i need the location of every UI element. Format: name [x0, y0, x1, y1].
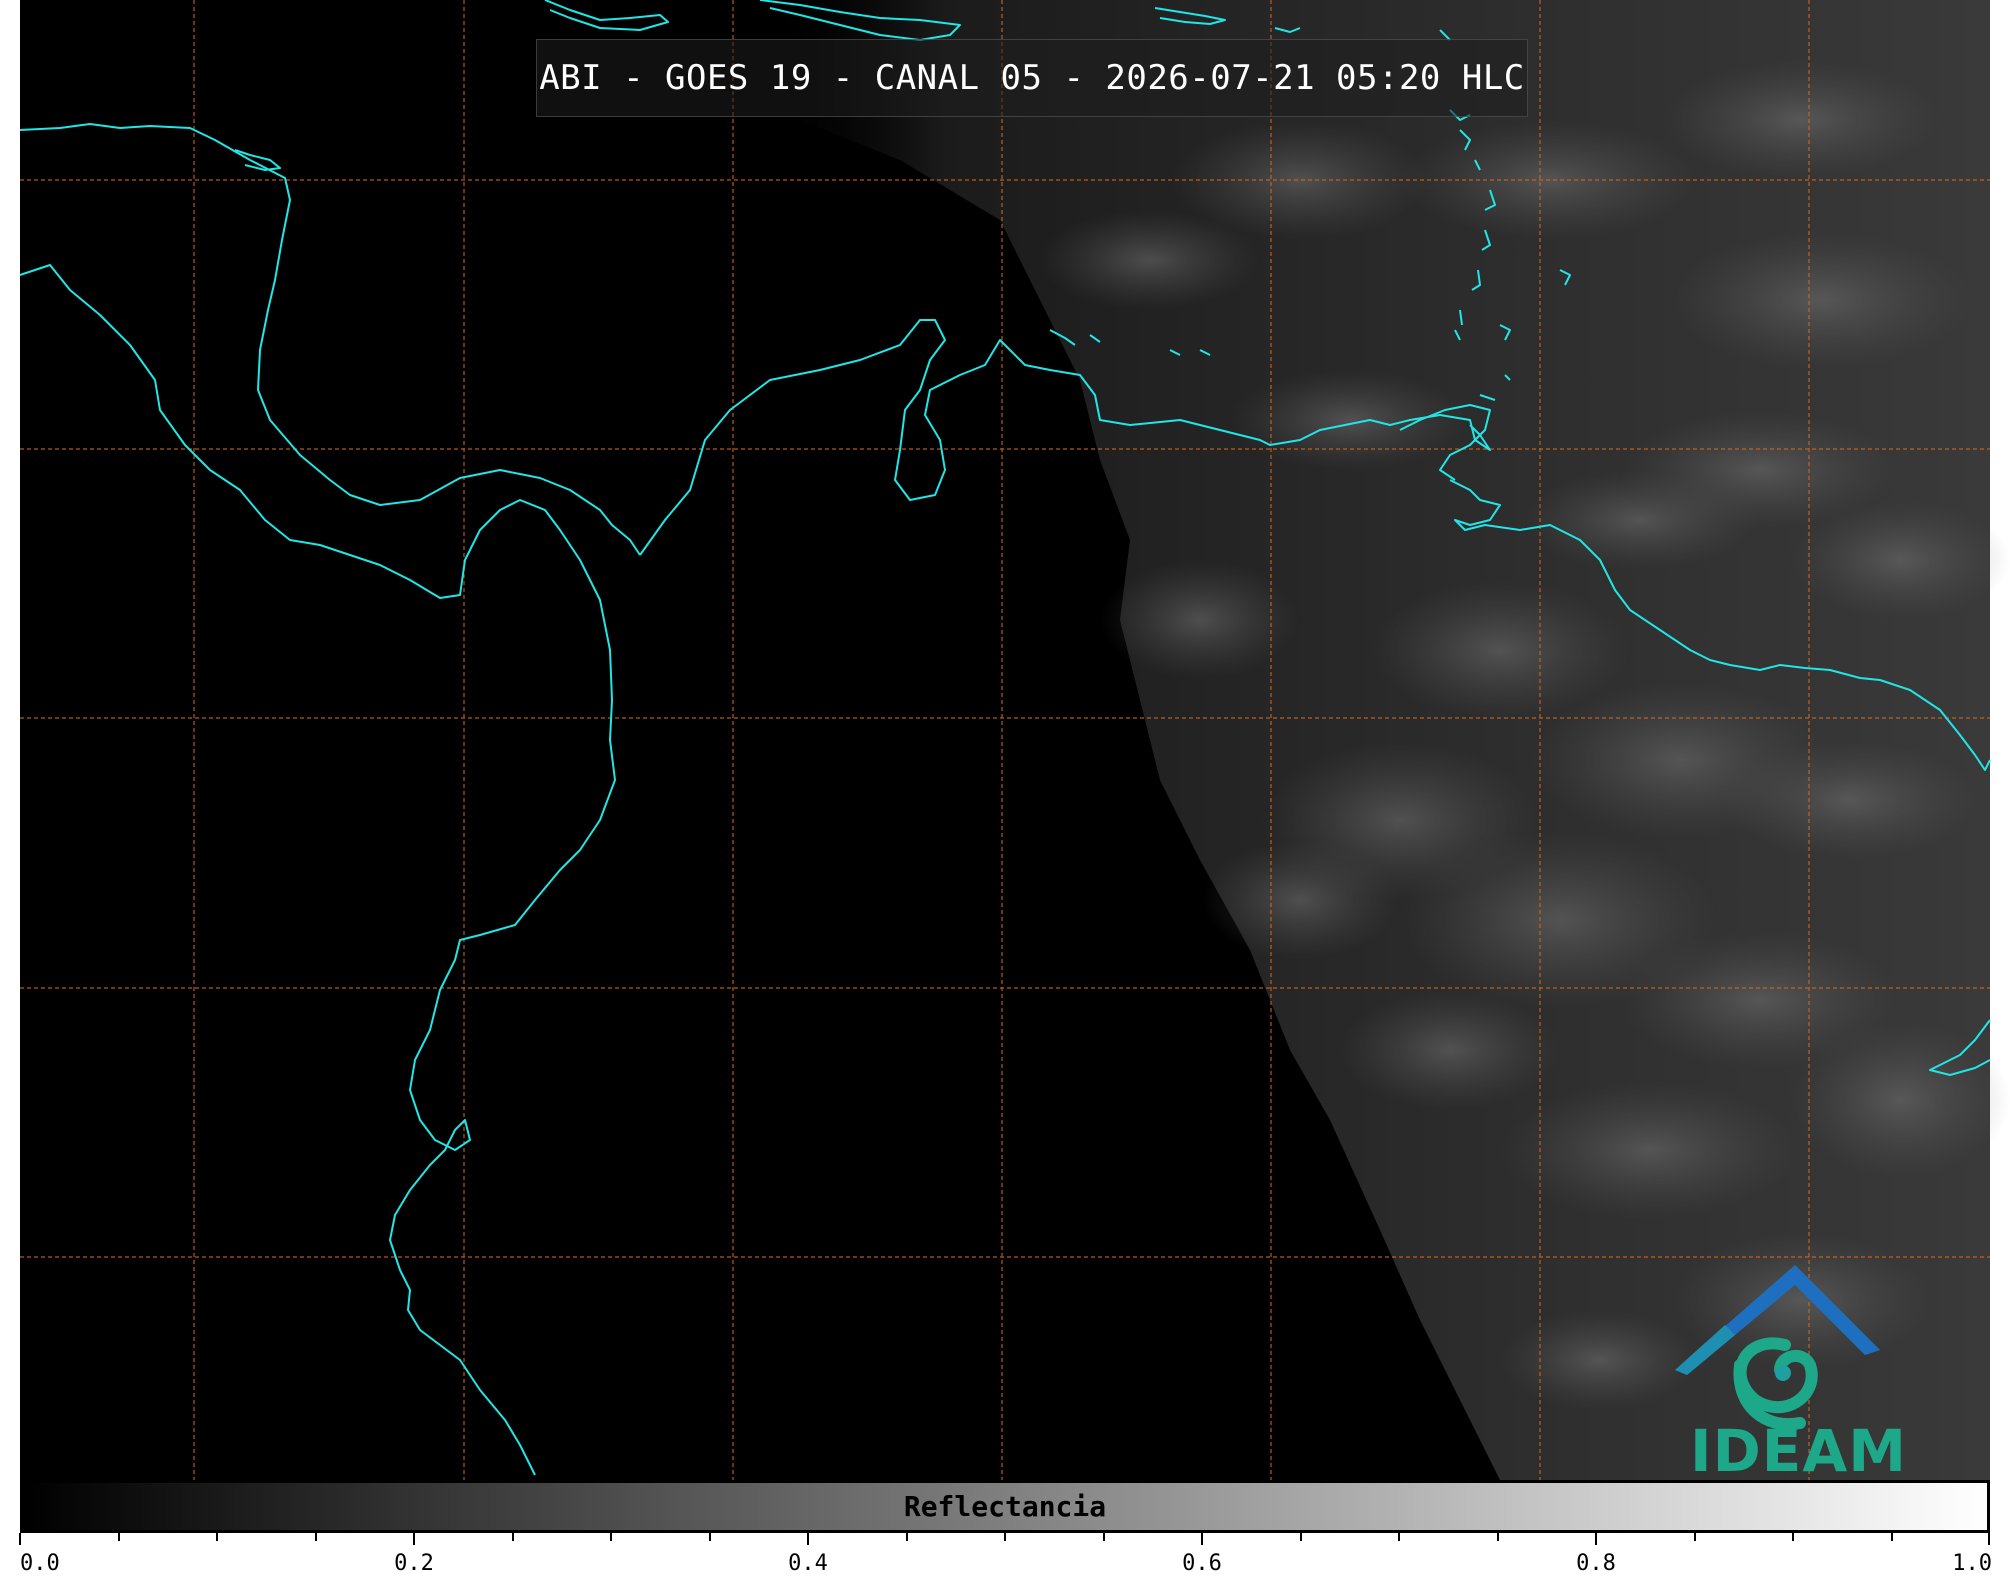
colorbar-tick-label: 0.2 — [394, 1551, 434, 1576]
colorbar-tick-label: 0.8 — [1576, 1551, 1616, 1576]
colorbar-tick-label: 1.0 — [1952, 1551, 1992, 1576]
colorbar-ticks — [19, 1533, 1990, 1545]
colorbar-tick-label: 0.0 — [20, 1551, 60, 1576]
colorbar-label: Reflectancia — [903, 1490, 1107, 1523]
map-title-box: ABI - GOES 19 - CANAL 05 - 2026-07-21 05… — [536, 39, 1528, 117]
colorbar-tick-label: 0.6 — [1182, 1551, 1222, 1576]
colorbar-tick-label: 0.4 — [788, 1551, 828, 1576]
map-title: ABI - GOES 19 - CANAL 05 - 2026-07-21 05… — [539, 58, 1525, 98]
logo-text: IDEAM — [1690, 1417, 1907, 1485]
colorbar: Reflectancia — [20, 1480, 1990, 1533]
